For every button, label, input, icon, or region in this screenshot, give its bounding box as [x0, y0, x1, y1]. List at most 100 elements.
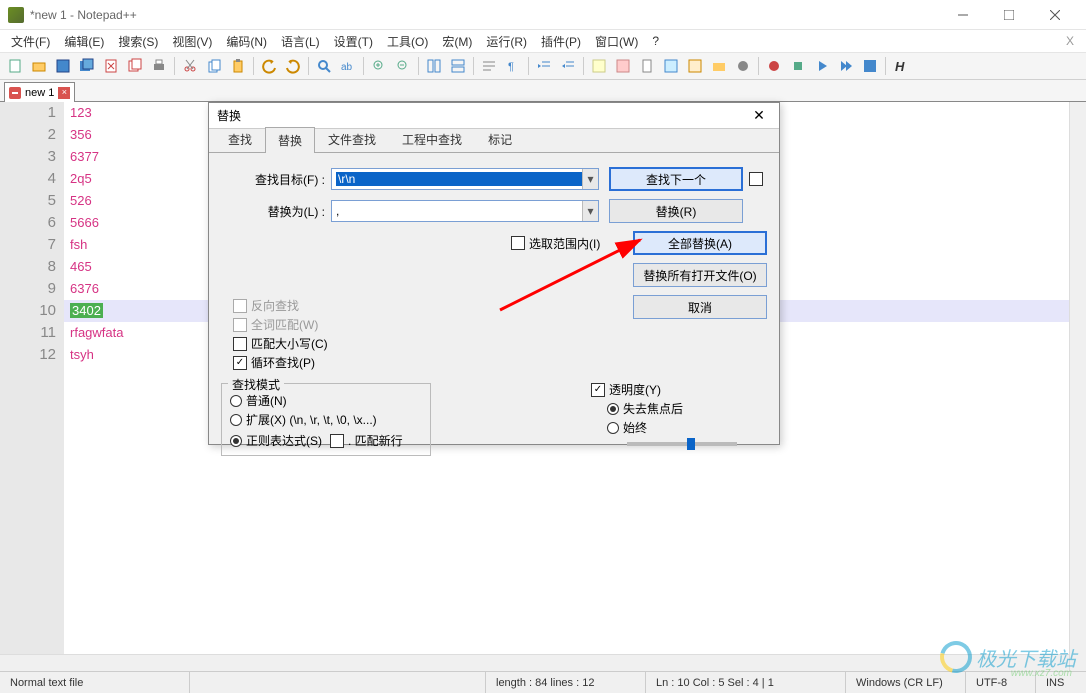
find-label: 查找目标(F) : — [221, 171, 331, 188]
undo-icon[interactable] — [258, 55, 280, 77]
menubar-close-icon[interactable]: X — [1058, 32, 1082, 50]
sync-v-icon[interactable] — [423, 55, 445, 77]
play-icon[interactable] — [811, 55, 833, 77]
trans-lose-focus-radio[interactable]: 失去焦点后 — [607, 400, 751, 417]
unsaved-icon — [9, 87, 21, 99]
replace-input[interactable]: ,▾ — [331, 200, 599, 222]
save-macro-icon[interactable] — [859, 55, 881, 77]
backward-checkbox: 反向查找 — [233, 297, 453, 314]
find-next-toggle[interactable] — [749, 172, 763, 186]
save-all-icon[interactable] — [76, 55, 98, 77]
replace-all-button[interactable]: 全部替换(A) — [633, 231, 767, 255]
menu-edit[interactable]: 编辑(E) — [57, 31, 111, 52]
menu-plugins[interactable]: 插件(P) — [534, 31, 588, 52]
find-input[interactable]: \r\n▾ — [331, 168, 599, 190]
match-case-checkbox[interactable]: 匹配大小写(C) — [233, 335, 453, 352]
zoom-in-icon[interactable] — [368, 55, 390, 77]
statusbar: Normal text file length : 84 lines : 12 … — [0, 671, 1086, 693]
zoom-out-icon[interactable] — [392, 55, 414, 77]
menu-window[interactable]: 窗口(W) — [588, 31, 645, 52]
replace-label: 替换为(L) : — [221, 203, 331, 220]
replace-all-open-button[interactable]: 替换所有打开文件(O) — [633, 263, 767, 287]
doc-list-icon[interactable] — [660, 55, 682, 77]
stop-icon[interactable] — [787, 55, 809, 77]
doc-map-icon[interactable] — [636, 55, 658, 77]
tab-find-in-files[interactable]: 文件查找 — [315, 126, 389, 152]
wrap-icon[interactable] — [478, 55, 500, 77]
line-gutter: 123456789101112 — [0, 102, 64, 671]
unfold-icon[interactable] — [612, 55, 634, 77]
wrap-checkbox[interactable]: 循环查找(P) — [233, 354, 453, 371]
find-icon[interactable] — [313, 55, 335, 77]
vertical-scrollbar[interactable] — [1069, 102, 1086, 671]
folder-icon[interactable] — [708, 55, 730, 77]
tab-replace[interactable]: 替换 — [265, 127, 315, 153]
play-multi-icon[interactable] — [835, 55, 857, 77]
mode-normal-radio[interactable]: 普通(N) — [230, 392, 422, 409]
search-mode-group: 查找模式 普通(N) 扩展(X) (\n, \r, \t, \0, \x...)… — [221, 383, 431, 456]
maximize-button[interactable] — [986, 0, 1032, 30]
cancel-button[interactable]: 取消 — [633, 295, 767, 319]
tab-close-icon[interactable]: × — [58, 87, 70, 99]
menu-file[interactable]: 文件(F) — [4, 31, 57, 52]
new-icon[interactable] — [4, 55, 26, 77]
menu-tools[interactable]: 工具(O) — [380, 31, 435, 52]
replace-icon[interactable]: ab — [337, 55, 359, 77]
window-titlebar: *new 1 - Notepad++ — [0, 0, 1086, 30]
all-chars-icon[interactable]: ¶ — [502, 55, 524, 77]
menu-view[interactable]: 视图(V) — [165, 31, 219, 52]
func-list-icon[interactable] — [684, 55, 706, 77]
transparency-checkbox[interactable]: 透明度(Y) — [591, 381, 751, 398]
close-file-icon[interactable] — [100, 55, 122, 77]
dropdown-icon[interactable]: ▾ — [582, 169, 598, 189]
trans-always-radio[interactable]: 始终 — [607, 419, 751, 436]
menu-language[interactable]: 语言(L) — [274, 31, 327, 52]
mode-extended-radio[interactable]: 扩展(X) (\n, \r, \t, \0, \x...) — [230, 411, 422, 428]
fold-icon[interactable] — [588, 55, 610, 77]
cut-icon[interactable] — [179, 55, 201, 77]
minimize-button[interactable] — [940, 0, 986, 30]
dialog-close-icon[interactable]: ✕ — [747, 107, 771, 124]
save-icon[interactable] — [52, 55, 74, 77]
horizontal-scrollbar[interactable] — [0, 654, 1069, 671]
tab-mark[interactable]: 标记 — [475, 126, 525, 152]
menu-encoding[interactable]: 编码(N) — [219, 31, 274, 52]
paste-icon[interactable] — [227, 55, 249, 77]
menu-search[interactable]: 搜索(S) — [111, 31, 165, 52]
app-icon — [8, 7, 24, 23]
menubar: 文件(F) 编辑(E) 搜索(S) 视图(V) 编码(N) 语言(L) 设置(T… — [0, 30, 1086, 52]
monitor-icon[interactable] — [732, 55, 754, 77]
transparency-slider[interactable] — [627, 442, 737, 446]
outdent-icon[interactable] — [557, 55, 579, 77]
document-tabbar: new 1 × — [0, 80, 1086, 102]
watermark: 极光下载站 www.xz7.com — [940, 641, 1076, 673]
match-newline-checkbox[interactable]: . 匹配新行 — [330, 432, 403, 449]
menu-help[interactable]: ? — [645, 32, 666, 50]
status-eol[interactable]: Windows (CR LF) — [846, 672, 966, 693]
status-length: length : 84 lines : 12 — [486, 672, 646, 693]
close-all-icon[interactable] — [124, 55, 146, 77]
tab-find[interactable]: 查找 — [215, 126, 265, 152]
file-tab-label: new 1 — [25, 87, 54, 99]
find-next-button[interactable]: 查找下一个 — [609, 167, 743, 191]
bold-h-icon[interactable]: H — [890, 55, 912, 77]
menu-run[interactable]: 运行(R) — [479, 31, 534, 52]
status-position: Ln : 10 Col : 5 Sel : 4 | 1 — [646, 672, 846, 693]
menu-macro[interactable]: 宏(M) — [435, 31, 479, 52]
copy-icon[interactable] — [203, 55, 225, 77]
open-icon[interactable] — [28, 55, 50, 77]
tab-find-in-project[interactable]: 工程中查找 — [389, 126, 475, 152]
print-icon[interactable] — [148, 55, 170, 77]
file-tab[interactable]: new 1 × — [4, 82, 75, 102]
sync-h-icon[interactable] — [447, 55, 469, 77]
indent-icon[interactable] — [533, 55, 555, 77]
dialog-tabs: 查找 替换 文件查找 工程中查找 标记 — [209, 129, 779, 153]
close-button[interactable] — [1032, 0, 1078, 30]
redo-icon[interactable] — [282, 55, 304, 77]
record-icon[interactable] — [763, 55, 785, 77]
mode-regex-radio[interactable]: 正则表达式(S) — [230, 432, 322, 449]
menu-settings[interactable]: 设置(T) — [327, 31, 380, 52]
in-selection-checkbox[interactable]: 选取范围内(I) — [511, 235, 600, 252]
dropdown-icon[interactable]: ▾ — [582, 201, 598, 221]
replace-button[interactable]: 替换(R) — [609, 199, 743, 223]
